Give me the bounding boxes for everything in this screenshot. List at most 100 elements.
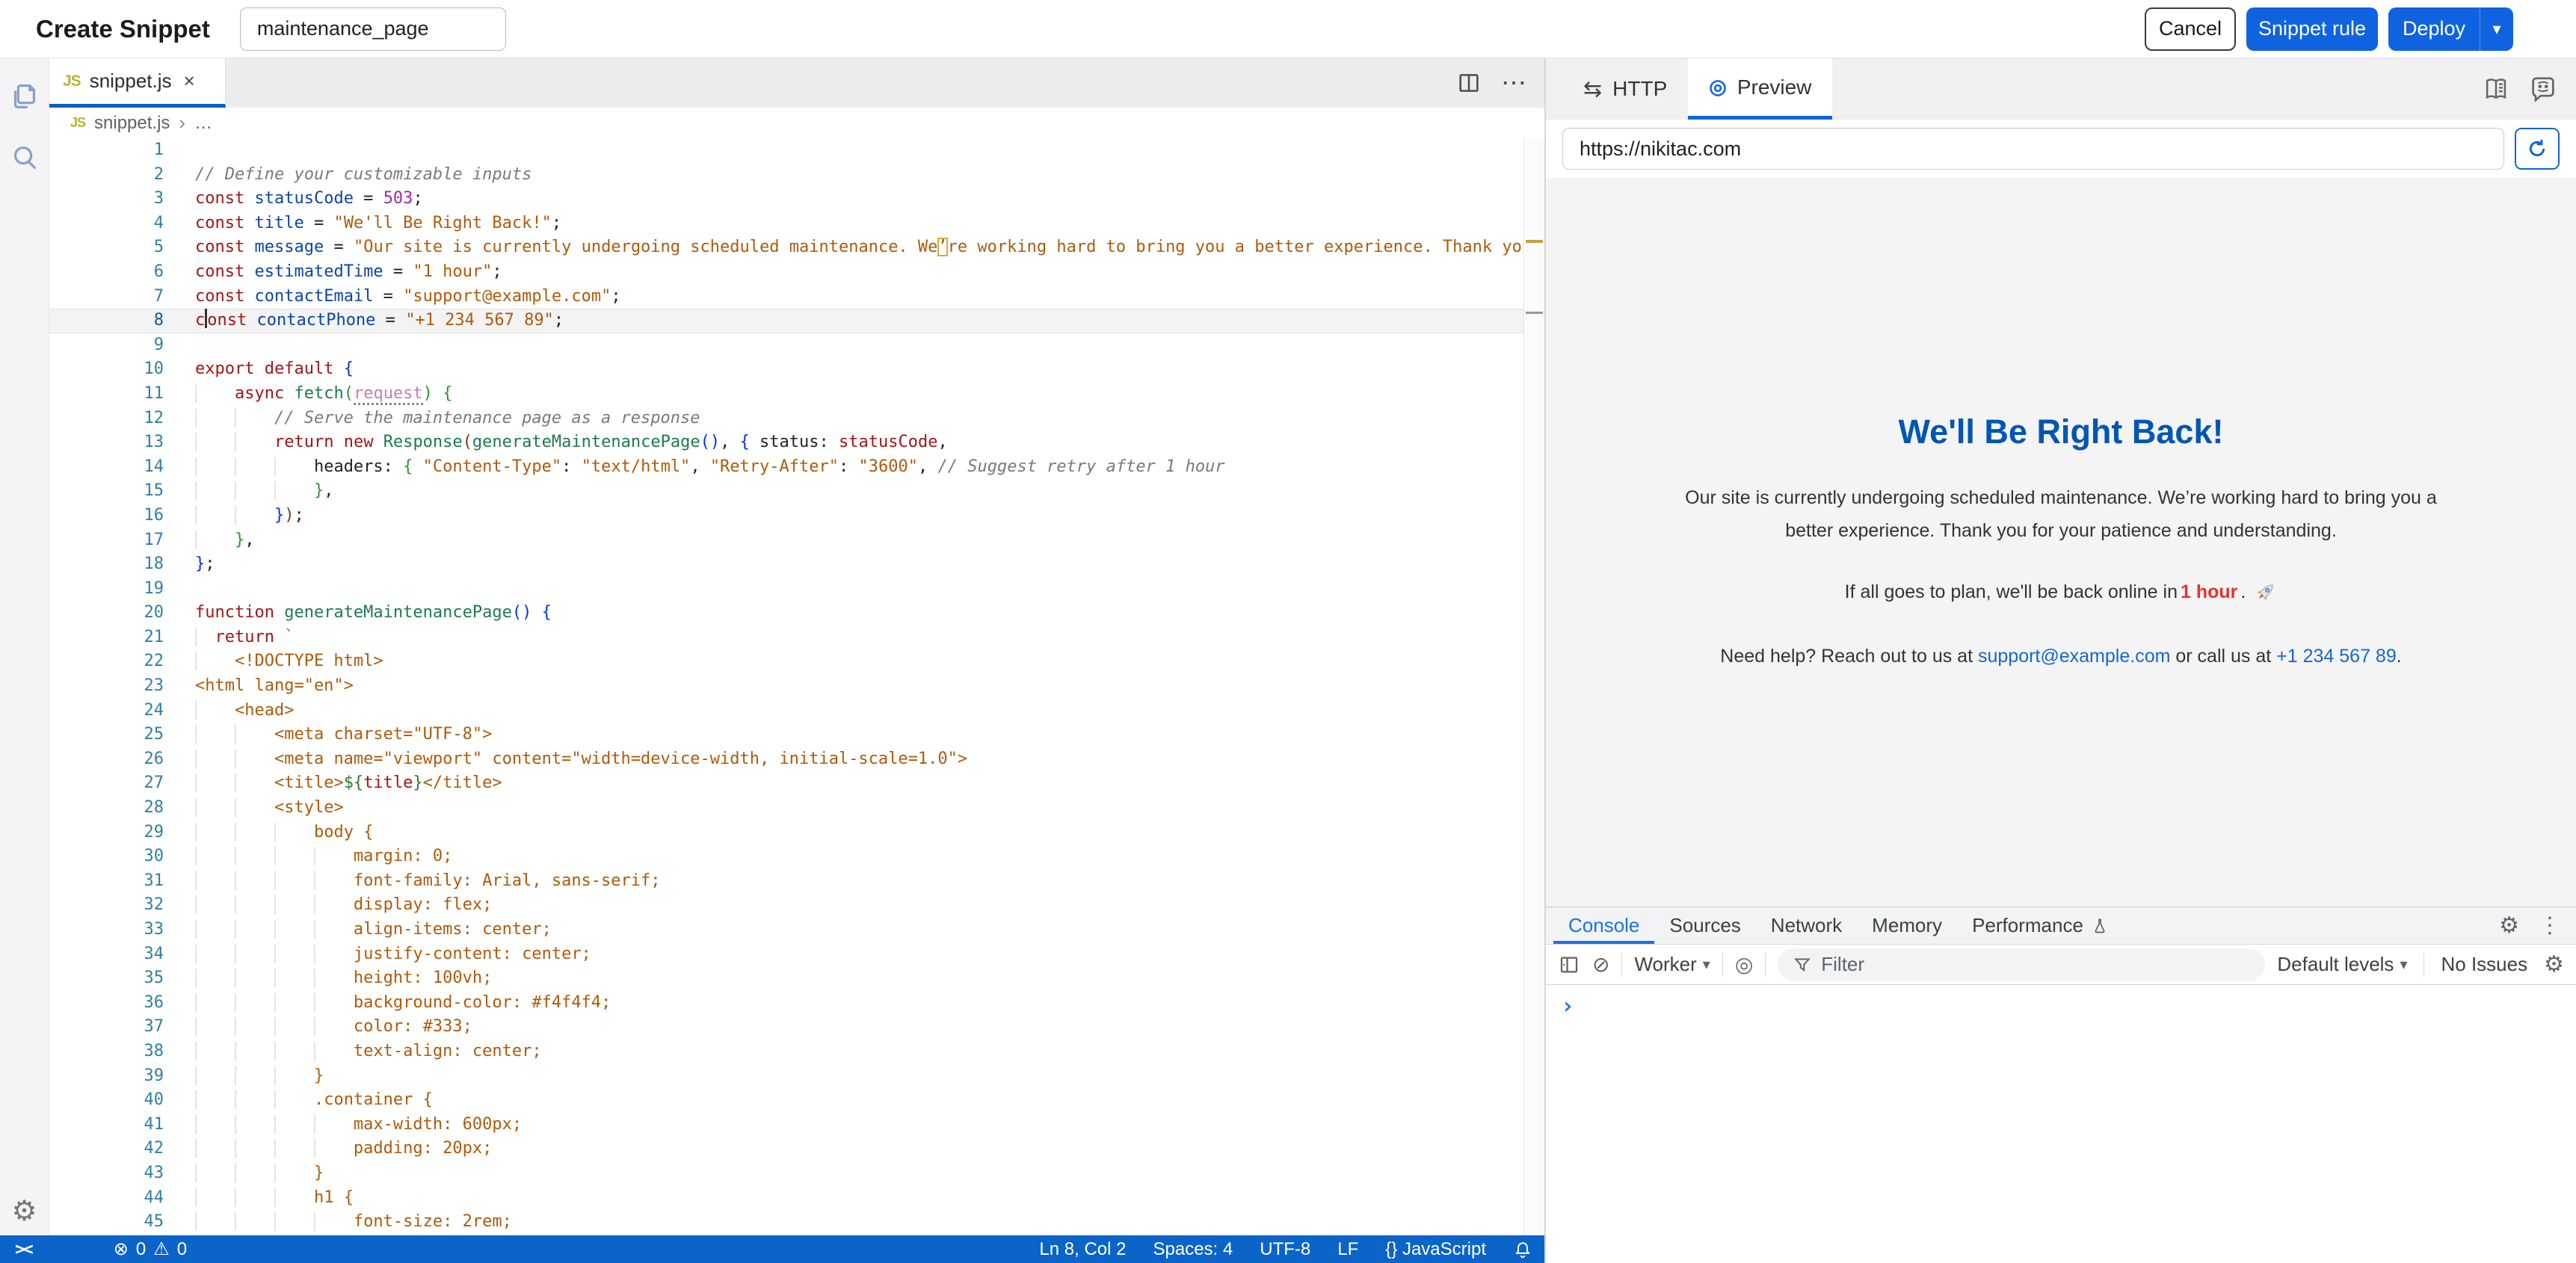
problems-status[interactable]: ⊗ 0 ⚠ 0 (114, 1238, 187, 1260)
code-line[interactable]: 40 .container { (49, 1088, 1544, 1113)
split-editor-icon[interactable] (1456, 70, 1482, 96)
more-actions-icon[interactable]: ⋯ (1501, 68, 1528, 98)
editor-scrollbar[interactable] (1523, 138, 1544, 1263)
code-line[interactable]: 45 font-size: 2rem; (49, 1210, 1544, 1235)
line-number[interactable]: 15 (49, 479, 164, 504)
line-number[interactable]: 40 (49, 1088, 164, 1113)
code-line[interactable]: 6const estimatedTime = "1 hour"; (49, 260, 1544, 285)
code-line[interactable]: 18}; (49, 552, 1544, 577)
code-line[interactable]: 2// Define your customizable inputs (49, 163, 1544, 188)
line-number[interactable]: 45 (49, 1210, 164, 1235)
code-line[interactable]: 43 } (49, 1161, 1544, 1186)
devtools-settings-gear-icon[interactable]: ⚙ (2499, 912, 2519, 939)
code-area[interactable]: 12// Define your customizable inputs3con… (49, 138, 1544, 1263)
line-number[interactable]: 2 (49, 163, 164, 188)
code-line[interactable]: 13 return new Response(generateMaintenan… (49, 430, 1544, 455)
console-sidebar-toggle-icon[interactable] (1558, 954, 1580, 976)
line-number[interactable]: 22 (49, 649, 164, 674)
tab-http[interactable]: ⇆ HTTP (1562, 58, 1688, 120)
line-number[interactable]: 28 (49, 796, 164, 821)
clear-console-icon[interactable]: ⊘ (1592, 952, 1609, 977)
line-number[interactable]: 5 (49, 235, 164, 260)
line-number[interactable]: 41 (49, 1113, 164, 1137)
line-number[interactable]: 7 (49, 285, 164, 309)
breadcrumb[interactable]: JS snippet.js › … (49, 108, 1544, 138)
code-line[interactable]: 36 background-color: #f4f4f4; (49, 991, 1544, 1016)
docs-book-icon[interactable] (2482, 75, 2510, 103)
code-line[interactable]: 8const contactPhone = "+1 234 567 89"; (49, 309, 1544, 333)
line-number[interactable]: 17 (49, 528, 164, 553)
code-line[interactable]: 41 max-width: 600px; (49, 1113, 1544, 1137)
search-icon[interactable] (7, 140, 42, 175)
tab-snippet-js[interactable]: JS snippet.js × (49, 58, 226, 108)
discord-icon[interactable] (2528, 74, 2558, 104)
line-number[interactable]: 29 (49, 821, 164, 845)
line-number[interactable]: 3 (49, 187, 164, 211)
eol-setting[interactable]: LF (1337, 1239, 1358, 1260)
line-number[interactable]: 9 (49, 333, 164, 358)
line-number[interactable]: 25 (49, 723, 164, 747)
code-line[interactable]: 19 (49, 577, 1544, 602)
line-number[interactable]: 6 (49, 260, 164, 285)
line-number[interactable]: 24 (49, 699, 164, 723)
console-output[interactable]: › (1546, 985, 2576, 1263)
line-number[interactable]: 18 (49, 552, 164, 577)
code-line[interactable]: 32 display: flex; (49, 893, 1544, 918)
code-line[interactable]: 37 color: #333; (49, 1015, 1544, 1040)
devtools-tab-performance[interactable]: Performance (1957, 907, 2124, 944)
code-line[interactable]: 29 body { (49, 821, 1544, 845)
code-line[interactable]: 4const title = "We'll Be Right Back!"; (49, 211, 1544, 236)
code-line[interactable]: 25 <meta charset="UTF-8"> (49, 723, 1544, 747)
code-line[interactable]: 17 }, (49, 528, 1544, 553)
code-line[interactable]: 34 justify-content: center; (49, 942, 1544, 967)
devtools-kebab-menu-icon[interactable]: ⋮ (2539, 912, 2561, 939)
line-number[interactable]: 42 (49, 1137, 164, 1161)
files-icon[interactable] (7, 79, 42, 114)
code-line[interactable]: 31 font-family: Arial, sans-serif; (49, 869, 1544, 894)
line-number[interactable]: 39 (49, 1064, 164, 1089)
code-line[interactable]: 33 align-items: center; (49, 918, 1544, 942)
line-number[interactable]: 19 (49, 577, 164, 602)
code-line[interactable]: 11 async fetch(request) { (49, 382, 1544, 407)
line-number[interactable]: 30 (49, 844, 164, 869)
breadcrumb-file[interactable]: snippet.js (94, 113, 170, 134)
cursor-position[interactable]: Ln 8, Col 2 (1039, 1239, 1126, 1260)
language-mode[interactable]: {} JavaScript (1385, 1239, 1486, 1260)
console-prompt-icon[interactable]: › (1561, 993, 1574, 1019)
deploy-dropdown-button[interactable]: ▾ (2480, 7, 2513, 51)
code-line[interactable]: 20function generateMaintenancePage() { (49, 601, 1544, 626)
encoding-setting[interactable]: UTF-8 (1260, 1239, 1310, 1260)
snippet-rule-button[interactable]: Snippet rule (2246, 7, 2378, 51)
code-line[interactable]: 28 <style> (49, 796, 1544, 821)
cancel-button[interactable]: Cancel (2145, 7, 2236, 51)
line-number[interactable]: 12 (49, 407, 164, 431)
line-number[interactable]: 38 (49, 1040, 164, 1064)
console-settings-gear-icon[interactable]: ⚙ (2544, 951, 2564, 978)
line-number[interactable]: 37 (49, 1015, 164, 1040)
line-number[interactable]: 34 (49, 942, 164, 967)
code-line[interactable]: 42 padding: 20px; (49, 1137, 1544, 1161)
deploy-button[interactable]: Deploy (2388, 7, 2480, 51)
code-line[interactable]: 23<html lang="en"> (49, 674, 1544, 699)
code-line[interactable]: 39 } (49, 1064, 1544, 1089)
close-tab-icon[interactable]: × (184, 70, 195, 93)
line-number[interactable]: 10 (49, 357, 164, 382)
issues-counter[interactable]: No Issues (2441, 953, 2527, 976)
code-line[interactable]: 26 <meta name="viewport" content="width=… (49, 747, 1544, 772)
line-number[interactable]: 31 (49, 869, 164, 894)
context-selector[interactable]: Worker ▾ (1634, 953, 1710, 976)
line-number[interactable]: 43 (49, 1161, 164, 1186)
line-number[interactable]: 36 (49, 991, 164, 1016)
filter-input[interactable] (1821, 953, 2250, 976)
code-line[interactable]: 7const contactEmail = "support@example.c… (49, 285, 1544, 309)
code-line[interactable]: 12 // Serve the maintenance page as a re… (49, 407, 1544, 431)
live-expression-eye-icon[interactable]: ◎ (1735, 952, 1753, 977)
code-line[interactable]: 21 return ` (49, 626, 1544, 650)
line-number[interactable]: 14 (49, 455, 164, 480)
refresh-button[interactable] (2515, 128, 2560, 170)
code-line[interactable]: 10export default { (49, 357, 1544, 382)
line-number[interactable]: 11 (49, 382, 164, 407)
line-number[interactable]: 23 (49, 674, 164, 699)
code-line[interactable]: 27 <title>${title}</title> (49, 771, 1544, 796)
code-line[interactable]: 38 text-align: center; (49, 1040, 1544, 1064)
